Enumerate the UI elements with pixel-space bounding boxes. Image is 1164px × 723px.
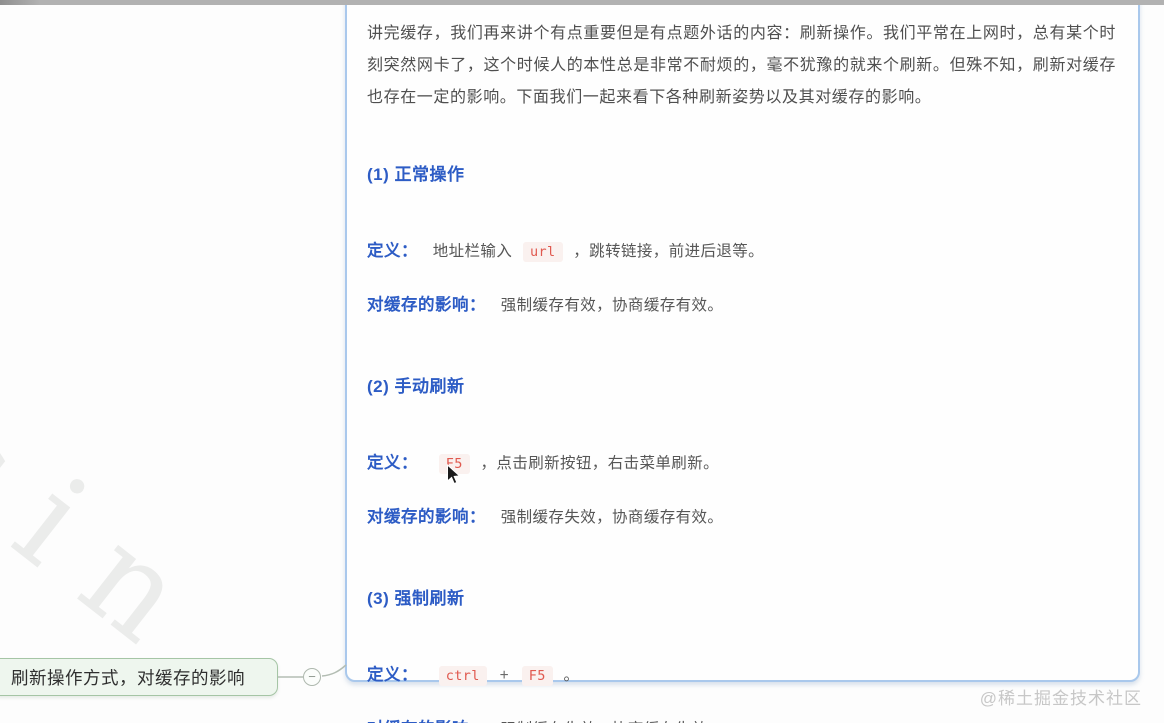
- definition-pre-text: 地址栏输入: [432, 243, 513, 260]
- cache-impact-label: 对缓存的影响：: [367, 296, 486, 314]
- mouse-cursor-icon: [447, 464, 461, 485]
- definition-post-text: 。: [563, 667, 580, 684]
- site-watermark-text: @稀土掘金技术社区: [979, 689, 1142, 708]
- cache-impact-label: 对缓存的影响：: [367, 508, 486, 526]
- cache-impact-row: 对缓存的影响： 强制缓存失效，协商缓存失效。: [367, 715, 1116, 723]
- collapse-node-button[interactable]: −: [303, 668, 321, 686]
- diagonal-watermark-text: lsin: [0, 330, 247, 698]
- mindmap-node-refresh-impact[interactable]: 刷新操作方式，对缓存的影响: [0, 658, 278, 696]
- inline-code: F5: [521, 666, 553, 686]
- note-content-panel: 讲完缓存，我们再来讲个有点重要但是有点题外话的内容：刷新操作。我们平常在上网时，…: [345, 0, 1140, 723]
- inline-code: ctrl: [438, 666, 487, 686]
- minus-icon: −: [308, 669, 316, 684]
- definition-label: 定义：: [367, 666, 418, 684]
- section-heading: (2) 手动刷新: [367, 377, 465, 396]
- definition-post-text: ，跳转链接，前进后退等。: [573, 243, 765, 260]
- cache-impact-row: 对缓存的影响： 强制缓存失效，协商缓存有效。: [367, 503, 1116, 527]
- definition-label: 定义：: [367, 454, 418, 472]
- section-heading: (1) 正常操作: [367, 165, 465, 184]
- cache-impact-row: 对缓存的影响： 强制缓存有效，协商缓存有效。: [367, 291, 1116, 315]
- section-heading: (3) 强制刷新: [367, 589, 465, 608]
- section-normal-operation: (1) 正常操作 定义： 地址栏输入 url ，跳转链接，前进后退等。 对缓存的…: [367, 160, 1116, 315]
- definition-row: 定义： 地址栏输入 url ，跳转链接，前进后退等。: [367, 237, 1116, 262]
- intro-paragraph: 讲完缓存，我们再来讲个有点重要但是有点题外话的内容：刷新操作。我们平常在上网时，…: [367, 25, 1116, 106]
- cache-impact-text: 强制缓存有效，协商缓存有效。: [500, 297, 724, 314]
- definition-label: 定义：: [367, 242, 418, 260]
- window-top-bar: [0, 0, 1164, 5]
- definition-row: 定义： F5 ，点击刷新按钮，右击菜单刷新。: [367, 449, 1116, 474]
- code-joiner: +: [499, 667, 510, 684]
- cache-impact-text: 强制缓存失效，协商缓存有效。: [500, 509, 724, 526]
- inline-code: url: [522, 242, 563, 262]
- mindmap-node-label: 刷新操作方式，对缓存的影响: [11, 667, 245, 688]
- definition-post-text: ，点击刷新按钮，右击菜单刷新。: [480, 455, 720, 472]
- definition-row: 定义： ctrl + F5 。: [367, 661, 1116, 686]
- section-manual-refresh: (2) 手动刷新 定义： F5 ，点击刷新按钮，右击菜单刷新。 对缓存的影响： …: [367, 372, 1116, 527]
